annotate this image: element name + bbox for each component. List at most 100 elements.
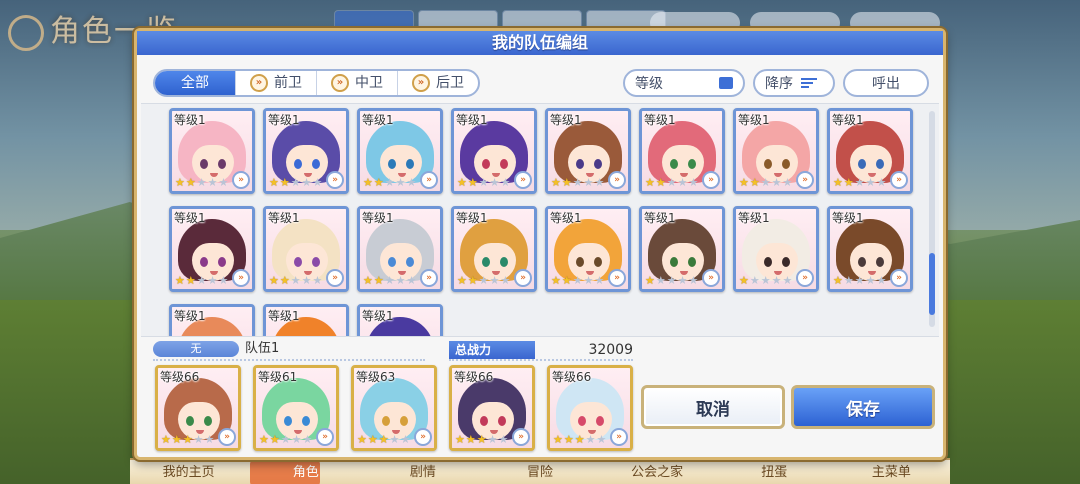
star-icon: ★ <box>666 274 677 287</box>
nav-item[interactable]: 公会之家 <box>599 460 716 484</box>
star-icon: ★ <box>594 274 605 287</box>
character-level: 等级1 <box>738 113 770 127</box>
cancel-button[interactable]: 取消 <box>641 385 785 429</box>
total-power-label: 总战力 <box>449 341 535 359</box>
character-card[interactable]: 等级1★★★★★» <box>545 206 631 292</box>
level-sort-button[interactable]: 等级 <box>623 69 745 97</box>
star-rating: ★ ★ ★ ★ ★ <box>363 177 416 188</box>
star-icon: ★ <box>291 433 302 446</box>
character-card[interactable]: 等级1★★★★★» <box>733 108 819 194</box>
star-icon: ★ <box>378 433 389 446</box>
sort-field-icon <box>719 77 733 89</box>
grid-scrollbar-thumb[interactable] <box>929 253 935 315</box>
star-icon: ★ <box>312 176 323 189</box>
character-card[interactable]: 等级1★★★★★» <box>827 108 913 194</box>
character-card[interactable]: 等级1★★★★★» <box>639 206 725 292</box>
star-icon: ★ <box>395 274 406 287</box>
nav-item[interactable]: 冒险 <box>481 460 598 484</box>
star-icon: ★ <box>771 176 782 189</box>
swirl-icon <box>8 15 44 51</box>
character-level: 等级1 <box>362 309 394 323</box>
tab-all[interactable]: 全部 <box>155 71 235 95</box>
star-icon: ★ <box>290 176 301 189</box>
star-icon: ★ <box>193 433 204 446</box>
character-card[interactable]: 等级1★★★★★» <box>169 108 255 194</box>
star-icon: ★ <box>583 176 594 189</box>
star-icon: ★ <box>218 176 229 189</box>
character-card[interactable]: 等级1★★★★★» <box>827 206 913 292</box>
character-grid-area[interactable]: 等级1 ★ ★ ★ ★ ★» 等级1 ★ ★ ★ ★ ★» 等级1 ★ ★ ★ ★ ★» 等级1 ★ ★ ★ ★ ★» 等级1 ★… <box>141 103 939 337</box>
party-member-card[interactable]: 等级63 ★ ★ ★ ★ ★» <box>351 365 437 451</box>
position-filter: 全部 » 前卫 » 中卫 » 后卫 <box>153 69 480 97</box>
bottom-navigation: 我的主页 角色 剧情 冒险 公会之家 扭蛋 主菜单 <box>130 458 950 484</box>
party-member-card[interactable]: 等级61 ★ ★ ★ ★ ★» <box>253 365 339 451</box>
star-icon: ★ <box>467 176 478 189</box>
star-icon: ★ <box>677 176 688 189</box>
character-card[interactable]: 等级1★★★★★» <box>451 206 537 292</box>
nav-item[interactable]: 角色 <box>247 460 364 484</box>
character-card[interactable]: 等级1★★★★★» <box>639 108 725 194</box>
character-card[interactable]: 等级1★★★★★» <box>169 304 255 336</box>
character-level: 等级66 <box>160 370 200 384</box>
star-icon: ★ <box>196 176 207 189</box>
party-member-card[interactable]: 等级66 ★ ★ ★ ★ ★» <box>449 365 535 451</box>
character-card[interactable]: 等级1★★★★★» <box>545 108 631 194</box>
character-level: 等级66 <box>552 370 592 384</box>
position-badge-icon: » <box>702 269 720 287</box>
star-rating: ★ ★ ★ ★ ★ <box>739 275 792 286</box>
sort-order-button[interactable]: 降序 <box>753 69 835 97</box>
star-icon: ★ <box>645 274 655 287</box>
character-card[interactable]: 等级1★★★★★» <box>733 206 819 292</box>
star-icon: ★ <box>279 176 290 189</box>
character-card[interactable]: 等级1★★★★★» <box>357 108 443 194</box>
nav-item[interactable]: 剧情 <box>364 460 481 484</box>
star-icon: ★ <box>175 274 185 287</box>
character-card[interactable]: 等级1★★★★★» <box>263 108 349 194</box>
star-icon: ★ <box>467 274 478 287</box>
star-rating: ★ ★ ★ ★ ★ <box>269 275 322 286</box>
star-icon: ★ <box>489 176 500 189</box>
nav-item[interactable]: 主菜单 <box>833 460 950 484</box>
star-icon: ★ <box>302 433 313 446</box>
character-card[interactable]: 等级1★★★★★» <box>357 304 443 336</box>
star-icon: ★ <box>574 433 585 446</box>
party-member-card[interactable]: 等级66 ★ ★ ★ ★ ★» <box>155 365 241 451</box>
star-icon: ★ <box>455 433 465 446</box>
star-icon: ★ <box>301 274 312 287</box>
character-card[interactable]: 等级1★★★★★» <box>357 206 443 292</box>
position-badge-icon: » <box>890 269 908 287</box>
star-icon: ★ <box>373 176 384 189</box>
save-button[interactable]: 保存 <box>791 385 935 429</box>
character-level: 等级1 <box>174 309 206 323</box>
star-icon: ★ <box>161 433 171 446</box>
party-member-card[interactable]: 等级66 ★ ★ ★ ★ ★» <box>547 365 633 451</box>
party-members: 等级66 ★ ★ ★ ★ ★» 等级61 ★ ★ ★ ★ ★» 等级63 ★ ★ ★ ★ ★» 等级66 ★ ★ ★ ★ ★»… <box>155 365 633 451</box>
star-icon: ★ <box>406 176 417 189</box>
call-button[interactable]: 呼出 <box>843 69 929 97</box>
character-level: 等级1 <box>550 211 582 225</box>
star-icon: ★ <box>384 274 395 287</box>
star-icon: ★ <box>572 176 583 189</box>
character-card[interactable]: 等级1★★★★★» <box>169 206 255 292</box>
tab-vanguard[interactable]: » 前卫 <box>235 71 316 95</box>
star-icon: ★ <box>688 176 699 189</box>
star-icon: ★ <box>185 274 196 287</box>
character-card[interactable]: 等级1★★★★★» <box>263 304 349 336</box>
star-rating: ★ ★ ★ ★ ★ <box>551 177 604 188</box>
nav-item[interactable]: 我的主页 <box>130 460 247 484</box>
character-level: 等级66 <box>454 370 494 384</box>
star-rating: ★ ★ ★ ★ ★ <box>739 177 792 188</box>
tab-rearguard[interactable]: » 后卫 <box>397 71 478 95</box>
character-card[interactable]: 等级1★★★★★» <box>451 108 537 194</box>
star-icon: ★ <box>782 274 793 287</box>
star-icon: ★ <box>457 274 467 287</box>
star-icon: ★ <box>585 433 596 446</box>
character-card[interactable]: 等级1★★★★★» <box>263 206 349 292</box>
star-icon: ★ <box>645 176 655 189</box>
character-level: 等级1 <box>456 211 488 225</box>
tab-midguard[interactable]: » 中卫 <box>316 71 397 95</box>
star-icon: ★ <box>478 274 489 287</box>
position-badge-icon: » <box>610 428 628 446</box>
nav-item[interactable]: 扭蛋 <box>716 460 833 484</box>
star-icon: ★ <box>771 274 782 287</box>
